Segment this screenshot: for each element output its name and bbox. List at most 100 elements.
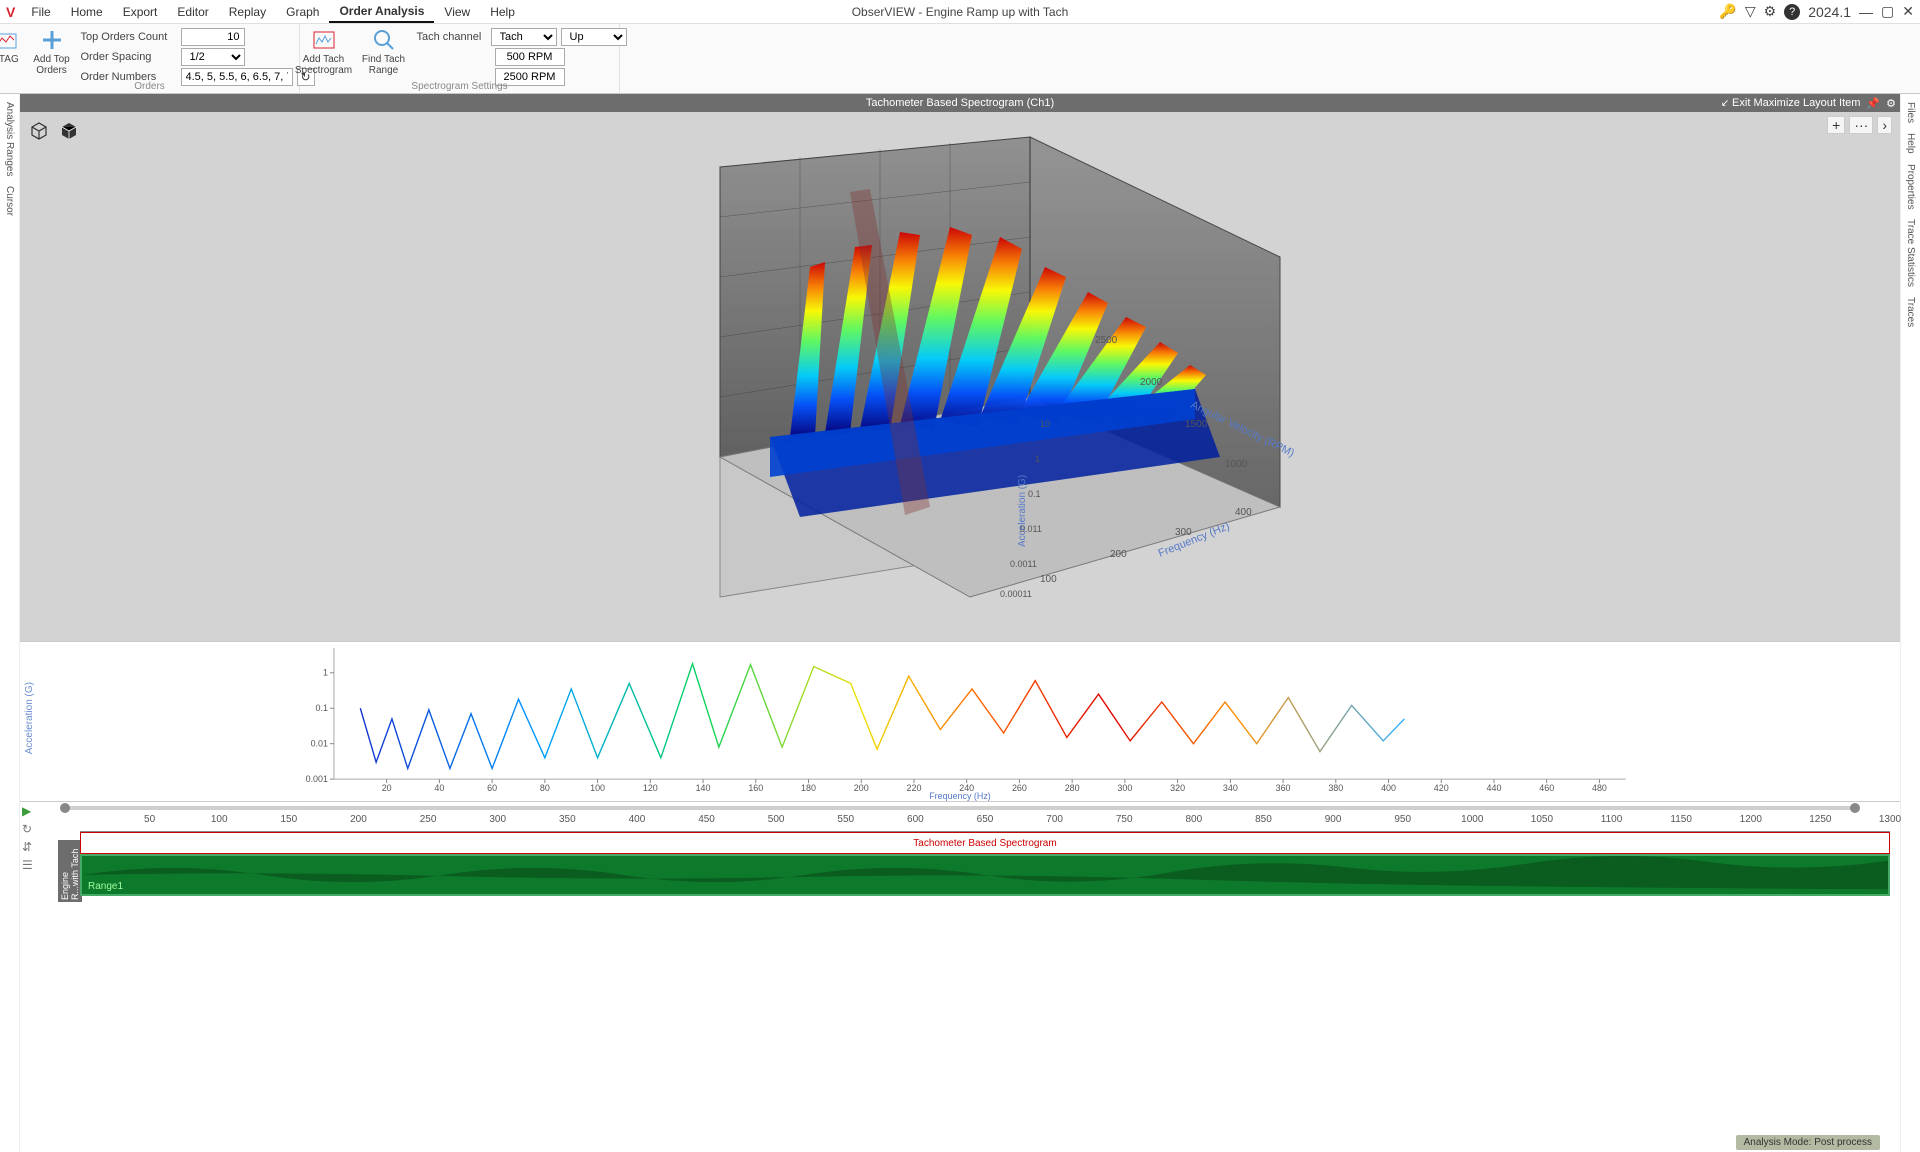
svg-text:Acceleration (G): Acceleration (G) [1017,474,1028,546]
svg-text:40: 40 [434,783,444,793]
svg-text:10: 10 [1040,419,1050,429]
svg-text:260: 260 [1012,783,1027,793]
perspective-view-button[interactable] [28,120,50,142]
rpm-low-input[interactable] [495,48,565,66]
svg-text:0.011: 0.011 [1020,524,1042,534]
menu-home[interactable]: Home [61,2,113,22]
spectrum-line-chart[interactable]: 2040608010012014016018020022024026028030… [20,642,1900,801]
pin-icon[interactable]: 📌 [1866,97,1880,110]
svg-text:360: 360 [1276,783,1291,793]
right-rail: Files Help Properties Trace Statistics T… [1900,94,1920,1152]
left-rail: Analysis Ranges Cursor [0,94,20,1152]
menu-help[interactable]: Help [480,2,525,22]
find-tach-range-label: Find Tach Range [359,54,409,76]
menubar: V File Home Export Editor Replay Graph O… [0,0,1920,24]
help-icon[interactable]: ? [1784,4,1800,20]
menu-view[interactable]: View [434,2,480,22]
version-label: 2024.1 [1808,4,1851,20]
rail-trace-stats[interactable]: Trace Statistics [1905,219,1916,287]
svg-text:1: 1 [323,668,328,678]
more-menu-button[interactable]: ··· [1849,116,1873,134]
close-icon[interactable]: ✕ [1902,3,1914,20]
svg-text:460: 460 [1539,783,1554,793]
rail-traces[interactable]: Traces [1905,297,1916,327]
add-top-orders-button[interactable]: Add Top Orders [31,26,73,76]
plot2d-y-label: Acceleration (G) [24,682,35,754]
spectrogram-group-label: Spectrogram Settings [300,81,619,92]
top-orders-count-label: Top Orders Count [81,31,177,43]
menu-button[interactable]: ☰ [22,858,33,872]
expand-button[interactable]: › [1877,116,1892,134]
expand-tracks-button[interactable]: ⇵ [22,840,33,854]
menu-replay[interactable]: Replay [219,2,276,22]
svg-text:Frequency (Hz): Frequency (Hz) [929,791,991,801]
menu-graph[interactable]: Graph [276,2,329,22]
solid-view-button[interactable] [58,120,80,142]
svg-text:0.1: 0.1 [1028,489,1041,499]
find-tach-range-button[interactable]: Find Tach Range [359,26,409,76]
top-orders-count-input[interactable] [181,28,245,46]
svg-text:80: 80 [540,783,550,793]
stag-icon [0,28,18,52]
gear-icon[interactable]: ⚙ [1886,97,1896,110]
svg-text:60: 60 [487,783,497,793]
search-icon [372,28,396,52]
rail-files[interactable]: Files [1905,102,1916,123]
loop-button[interactable]: ↻ [22,822,33,836]
exit-maximize-button[interactable]: ↙ Exit Maximize Layout Item [1721,97,1861,109]
svg-text:2500: 2500 [1095,335,1118,346]
plot3d-area[interactable]: + ··· › [20,112,1900,642]
add-top-orders-label: Add Top Orders [31,54,73,76]
svg-text:2000: 2000 [1140,377,1163,388]
add-tach-spec-label: Add Tach Spectrogram [293,54,355,76]
svg-text:400: 400 [1381,783,1396,793]
svg-text:0.1: 0.1 [316,703,328,713]
menu-editor[interactable]: Editor [167,2,218,22]
svg-text:120: 120 [643,783,658,793]
key-icon[interactable]: 🔑 [1719,3,1736,20]
spectrogram-3d[interactable]: Frequency (Hz) Angular Velocity (RPM) Ac… [600,127,1320,627]
menu-file[interactable]: File [21,2,60,22]
timeline-scrubber[interactable] [20,802,1900,814]
spectrogram-range-row[interactable]: Tachometer Based Spectrogram [80,832,1890,854]
tach-direction-select[interactable]: Up [561,28,627,46]
svg-text:20: 20 [382,783,392,793]
rail-cursor[interactable]: Cursor [4,186,15,216]
order-spacing-select[interactable]: 1/2 [181,48,245,66]
settings-icon[interactable]: ⚙ [1764,3,1777,20]
menu-export[interactable]: Export [113,2,168,22]
rail-analysis-ranges[interactable]: Analysis Ranges [4,102,15,176]
orders-group-label: Orders [0,81,299,92]
svg-text:220: 220 [907,783,922,793]
graph-header: Tachometer Based Spectrogram (Ch1) ↙ Exi… [20,94,1900,112]
svg-text:0.001: 0.001 [306,774,328,784]
timeline-ruler[interactable]: 5010015020025030035040045050055060065070… [80,814,1890,832]
stag-button[interactable]: STAG [0,26,27,65]
play-button[interactable]: ▶ [22,804,33,818]
spectrogram-icon [312,28,336,52]
spec-range-label: Tachometer Based Spectrogram [913,838,1056,849]
svg-text:200: 200 [1110,549,1127,560]
svg-text:100: 100 [1040,574,1057,585]
svg-text:380: 380 [1328,783,1343,793]
menu-order-analysis[interactable]: Order Analysis [329,1,434,23]
svg-text:140: 140 [696,783,711,793]
add-tach-spectrogram-button[interactable]: Add Tach Spectrogram [293,26,355,76]
svg-text:300: 300 [1117,783,1132,793]
tach-channel-select[interactable]: Tach [491,28,557,46]
app-logo: V [6,4,15,20]
rail-properties[interactable]: Properties [1905,164,1916,210]
maximize-icon[interactable]: ▢ [1881,3,1894,20]
filter-icon[interactable]: ▽ [1745,3,1756,20]
svg-text:340: 340 [1223,783,1238,793]
main: Tachometer Based Spectrogram (Ch1) ↙ Exi… [20,94,1900,1152]
minimize-icon[interactable]: — [1859,4,1873,20]
timeline-area: ▶ ↻ ⇵ ☰ 50100150200250300350400450500550… [20,802,1900,1152]
plot2d-area[interactable]: Acceleration (G) 20406080100120140160180… [20,642,1900,802]
order-spacing-label: Order Spacing [81,51,177,63]
svg-text:160: 160 [748,783,763,793]
waveform-row[interactable]: Range1 [80,854,1890,896]
rail-help[interactable]: Help [1905,133,1916,154]
add-graph-button[interactable]: + [1827,116,1845,134]
svg-text:1: 1 [1035,454,1040,464]
